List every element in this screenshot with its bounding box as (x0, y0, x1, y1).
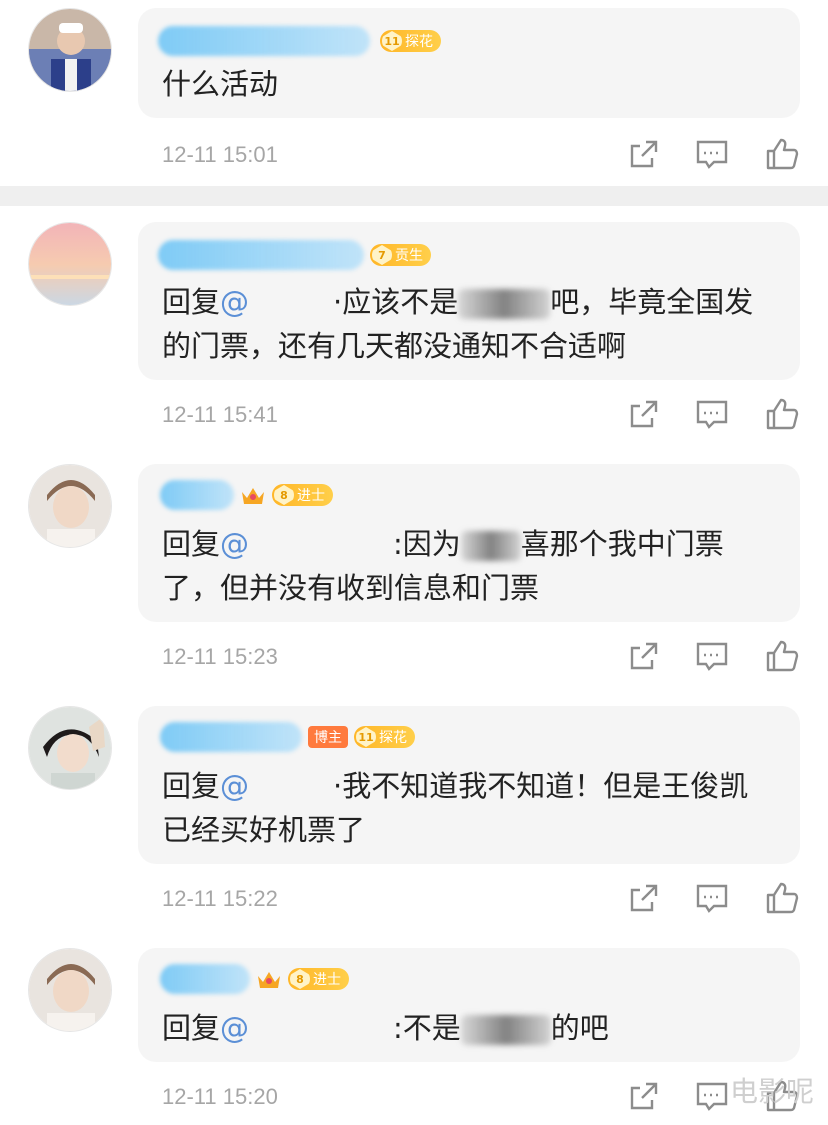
comment-body-part: ·应该不是 (333, 285, 459, 319)
timestamp: 12-11 15:41 (162, 402, 278, 427)
username-row: 8 进士 (158, 962, 349, 996)
level-badge: 8 进士 (272, 484, 333, 506)
comment-body-part: 喜那个我中门票 (520, 527, 724, 561)
comment-icon[interactable] (694, 136, 730, 172)
comment-body: 什么活动 (162, 67, 279, 101)
level-title: 进士 (297, 488, 325, 504)
like-icon[interactable] (764, 136, 800, 172)
username[interactable] (160, 722, 302, 752)
reply-label: 回复 (162, 527, 221, 561)
comment-text: 回复@ ·我不知道我不知道！但是王俊凯 已经买好机票了 (162, 764, 780, 852)
level-number: 7 (372, 245, 392, 265)
reply-label: 回复 (162, 1011, 221, 1045)
username[interactable] (158, 240, 364, 270)
username[interactable] (160, 480, 234, 510)
username[interactable] (160, 964, 250, 994)
avatar[interactable] (28, 706, 112, 790)
level-title: 进士 (313, 972, 341, 988)
like-icon[interactable] (764, 638, 800, 674)
comment-meta: 12-11 15:20 (162, 1078, 802, 1118)
comment-meta: 12-11 15:01 (162, 136, 802, 176)
timestamp: 12-11 15:01 (162, 142, 278, 167)
level-number: 8 (290, 969, 310, 989)
comment-icon[interactable] (694, 638, 730, 674)
avatar[interactable] (28, 948, 112, 1032)
like-icon[interactable] (764, 396, 800, 432)
username-row: 11 探花 (158, 24, 441, 58)
comment-body-part: 的吧 (550, 1011, 609, 1045)
crown-icon (242, 488, 264, 504)
comment-icon[interactable] (694, 1078, 730, 1114)
redacted-text (458, 289, 551, 319)
comment-bubble: 博主 11 探花 回复@ ·我不知道我不知道！但是王俊凯 已经买好机票了 (138, 706, 800, 864)
redacted-text (460, 1015, 551, 1045)
username-row: 7 贡生 (158, 238, 431, 272)
blogger-badge: 博主 (308, 726, 348, 748)
comment-body-part: :不是 (393, 1011, 461, 1045)
timestamp: 12-11 15:22 (162, 886, 278, 911)
comment-bubble: 11 探花 什么活动 (138, 8, 800, 118)
timestamp: 12-11 15:23 (162, 644, 278, 669)
level-badge: 11 探花 (380, 30, 441, 52)
comment-text: 什么活动 (162, 62, 780, 106)
mention-link[interactable]: @ (220, 285, 249, 319)
mention-link[interactable]: @ (220, 769, 249, 803)
comment-text: 回复@ ·应该不是 吧，毕竟全国发 的门票，还有几天都没通知不合适啊 (162, 280, 780, 368)
section-divider (0, 186, 828, 206)
comment-bubble: 8 进士 回复@ :不是 的吧 (138, 948, 800, 1062)
level-number: 8 (274, 485, 294, 505)
share-icon[interactable] (626, 638, 662, 674)
comment-icon[interactable] (694, 880, 730, 916)
level-badge: 7 贡生 (370, 244, 431, 266)
level-title: 探花 (379, 730, 407, 746)
comment-body-part: :因为 (393, 527, 461, 561)
comment-body-part: ·我不知道我不知道！但是王俊凯 (333, 769, 749, 803)
level-number: 11 (356, 727, 376, 747)
comment-bubble: 8 进士 回复@ :因为 喜那个我中门票 了，但并没有收到信息和门票 (138, 464, 800, 622)
comment-body-part: 了，但并没有收到信息和门票 (162, 571, 540, 605)
comment-icon[interactable] (694, 396, 730, 432)
avatar[interactable] (28, 222, 112, 306)
redacted-text (460, 531, 521, 561)
comment-meta: 12-11 15:23 (162, 638, 802, 678)
username-row: 博主 11 探花 (158, 720, 415, 754)
like-icon[interactable] (764, 880, 800, 916)
avatar[interactable] (28, 8, 112, 92)
comment-meta: 12-11 15:22 (162, 880, 802, 920)
mention-link[interactable]: @ (220, 527, 249, 561)
comment-body-part: 已经买好机票了 (162, 813, 366, 847)
comment-body-part: 的门票，还有几天都没通知不合适啊 (162, 329, 627, 363)
level-badge: 11 探花 (354, 726, 415, 748)
level-number: 11 (382, 31, 402, 51)
username[interactable] (158, 26, 370, 56)
comment-bubble: 7 贡生 回复@ ·应该不是 吧，毕竟全国发 的门票，还有几天都没通知不合适啊 (138, 222, 800, 380)
timestamp: 12-11 15:20 (162, 1084, 278, 1109)
reply-label: 回复 (162, 285, 221, 319)
level-title: 贡生 (395, 248, 423, 264)
share-icon[interactable] (626, 136, 662, 172)
reply-label: 回复 (162, 769, 221, 803)
share-icon[interactable] (626, 880, 662, 916)
username-row: 8 进士 (158, 478, 333, 512)
share-icon[interactable] (626, 1078, 662, 1114)
comment-body-part: 吧，毕竟全国发 (550, 285, 754, 319)
crown-icon (258, 972, 280, 988)
share-icon[interactable] (626, 396, 662, 432)
mention-link[interactable]: @ (220, 1011, 249, 1045)
watermark: 电影呢 (729, 1075, 814, 1108)
level-badge: 8 进士 (288, 968, 349, 990)
comment-text: 回复@ :因为 喜那个我中门票 了，但并没有收到信息和门票 (162, 522, 780, 610)
avatar[interactable] (28, 464, 112, 548)
comment-text: 回复@ :不是 的吧 (162, 1006, 780, 1050)
comment-meta: 12-11 15:41 (162, 396, 802, 436)
level-title: 探花 (405, 34, 433, 50)
